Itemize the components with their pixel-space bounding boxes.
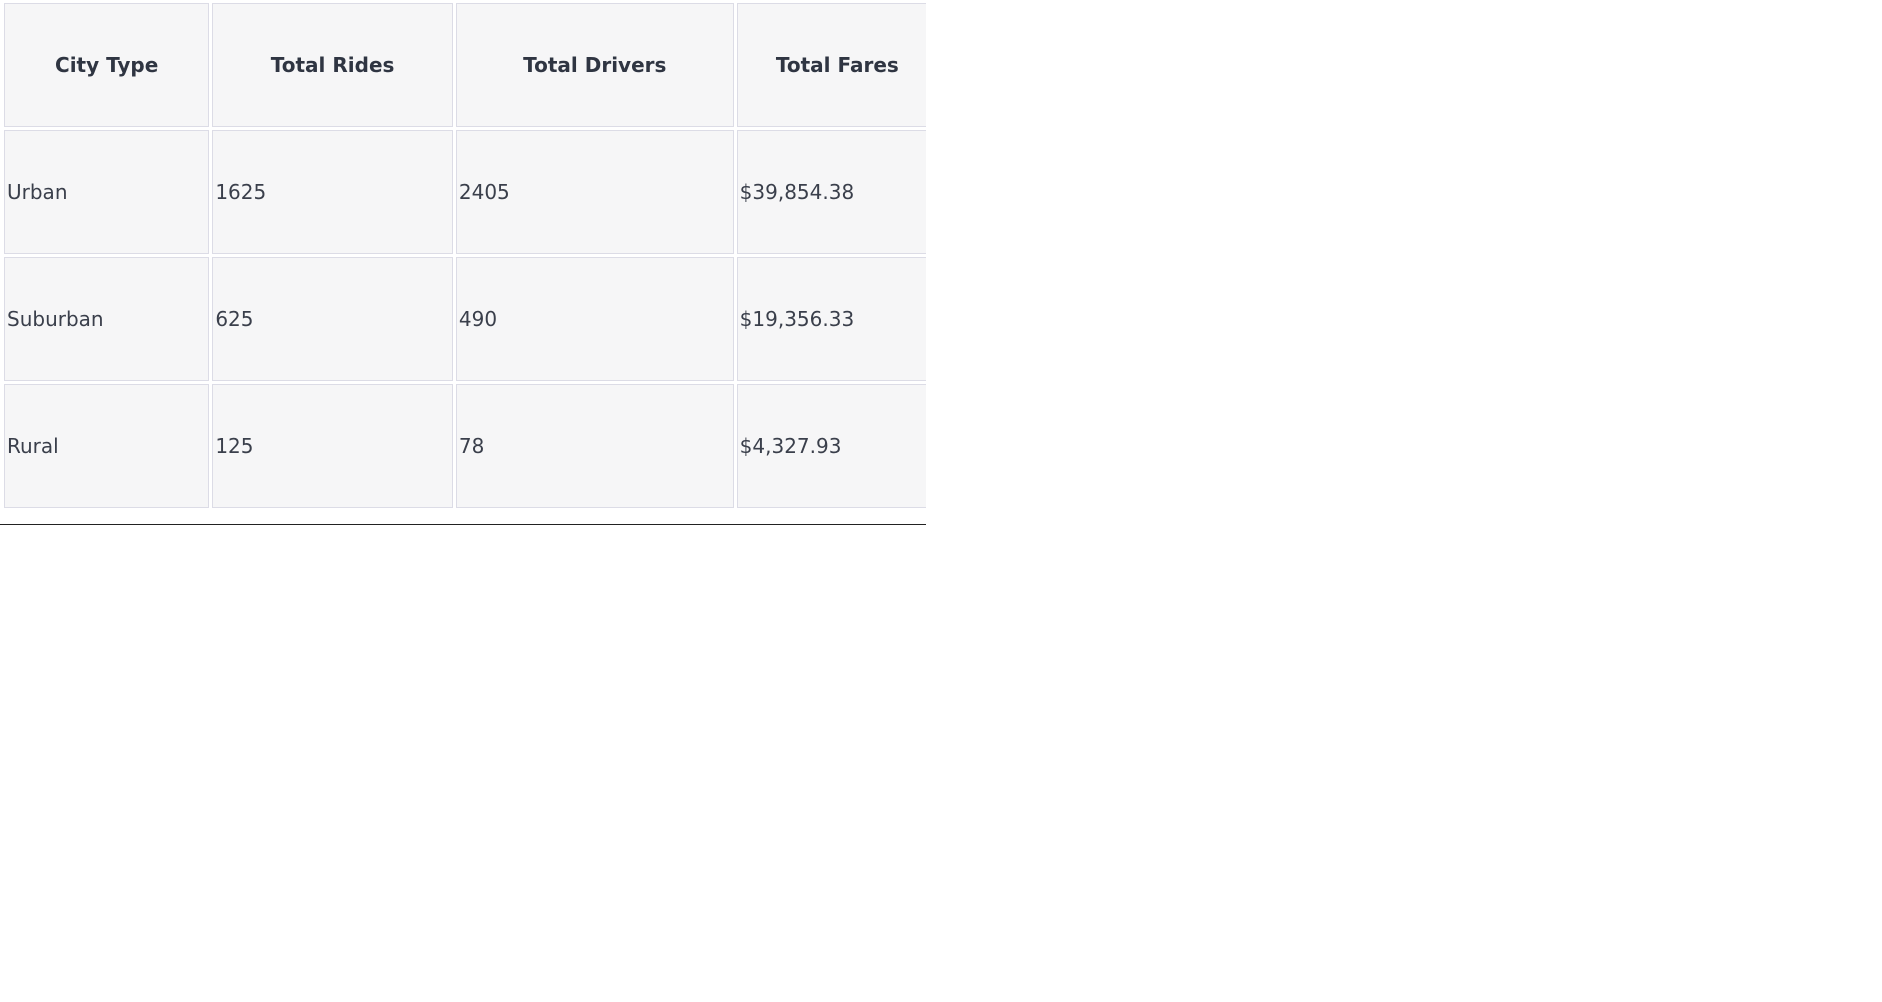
summary-table-container: City Type Total Rides Total Drivers Tota…	[0, 0, 926, 525]
table-row: Urban 1625 2405 $39,854.38	[4, 130, 926, 254]
header-row: City Type Total Rides Total Drivers Tota…	[4, 3, 926, 127]
cell-total-rides: 625	[212, 257, 453, 381]
table-body: Urban 1625 2405 $39,854.38 Suburban 625 …	[4, 130, 926, 508]
header-total-fares: Total Fares	[736, 3, 926, 127]
cell-city-type: Rural	[4, 384, 210, 508]
header-total-rides: Total Rides	[212, 3, 453, 127]
cell-total-drivers: 78	[455, 384, 734, 508]
cell-city-type: Urban	[4, 130, 210, 254]
header-total-drivers: Total Drivers	[455, 3, 734, 127]
cell-total-fares: $39,854.38	[736, 130, 926, 254]
cell-total-fares: $4,327.93	[736, 384, 926, 508]
cell-total-fares: $19,356.33	[736, 257, 926, 381]
cell-total-drivers: 2405	[455, 130, 734, 254]
city-type-summary-table: City Type Total Rides Total Drivers Tota…	[1, 0, 926, 511]
table-row: Rural 125 78 $4,327.93	[4, 384, 926, 508]
cell-city-type: Suburban	[4, 257, 210, 381]
header-city-type: City Type	[4, 3, 210, 127]
cell-total-rides: 1625	[212, 130, 453, 254]
table-row: Suburban 625 490 $19,356.33	[4, 257, 926, 381]
cell-total-rides: 125	[212, 384, 453, 508]
cell-total-drivers: 490	[455, 257, 734, 381]
table-header: City Type Total Rides Total Drivers Tota…	[4, 3, 926, 127]
